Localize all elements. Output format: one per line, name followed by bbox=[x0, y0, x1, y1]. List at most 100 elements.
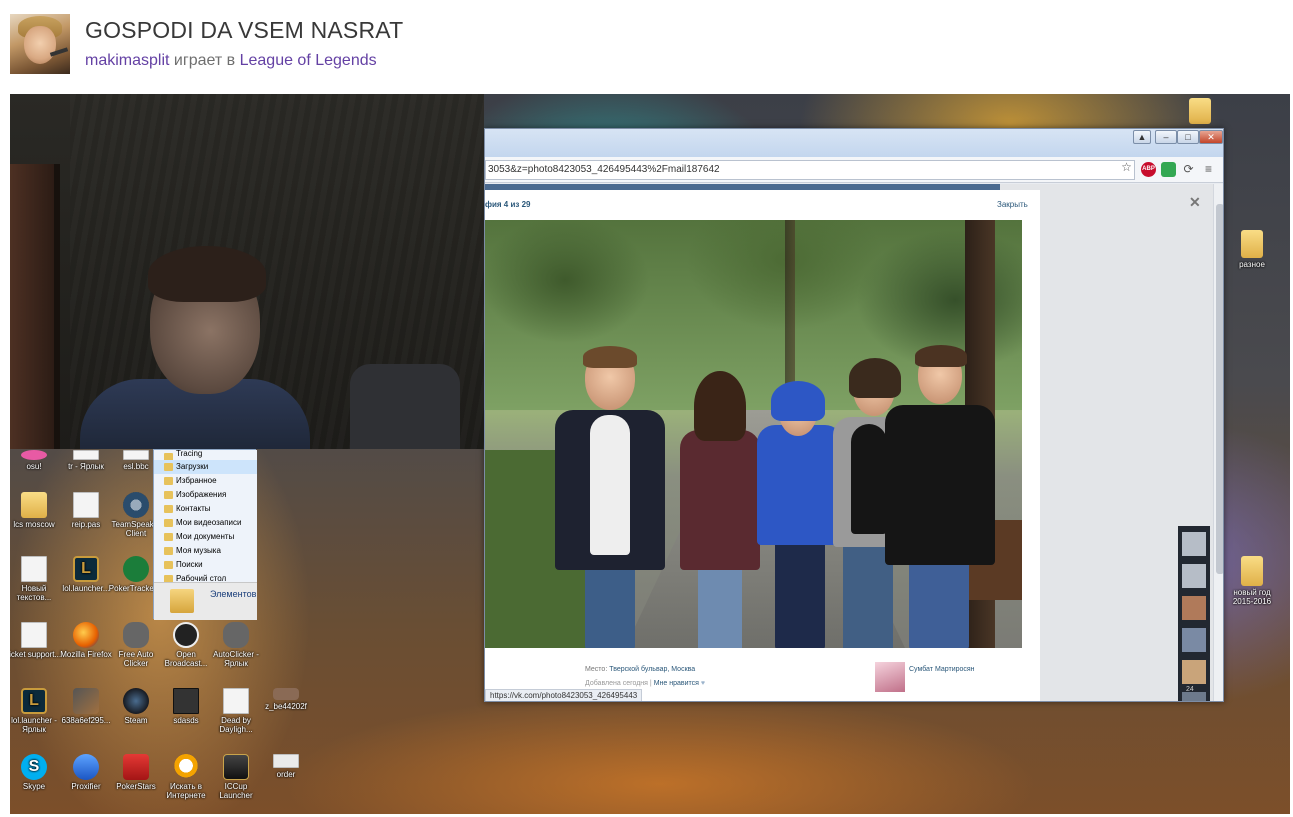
desktop-icon-free-auto-clicker[interactable]: Free Auto Clicker bbox=[108, 622, 164, 668]
desktop-icon-label: Skype bbox=[22, 782, 46, 791]
minimize-button[interactable]: – bbox=[1155, 130, 1177, 144]
file-icon bbox=[223, 688, 249, 714]
desktop-icon-label: z_be44202f bbox=[265, 702, 307, 711]
desktop-icon-label: lol.launcher... bbox=[62, 584, 110, 593]
desktop-icon-label: lol.launcher - Ярлык bbox=[11, 716, 57, 734]
extension-icon[interactable] bbox=[1161, 162, 1176, 177]
desktop-icon-new-text[interactable]: Новый текстов... bbox=[10, 556, 62, 602]
desktop-icon-label: ICCup Launcher bbox=[219, 782, 253, 800]
explorer-item-tracing[interactable]: Tracing bbox=[154, 450, 257, 460]
friend-avatar[interactable] bbox=[1182, 628, 1206, 652]
menu-icon[interactable]: ≡ bbox=[1201, 162, 1216, 177]
desktop-icon-sdasds[interactable]: sdasds bbox=[158, 688, 214, 725]
desktop-icon-lol-launcher-shortcut[interactable]: L lol.launcher - Ярлык bbox=[10, 688, 62, 734]
desktop-icon-label: разное bbox=[1239, 260, 1265, 269]
desktop-icon-tr[interactable]: tr - Ярлык bbox=[58, 450, 114, 471]
photo-image[interactable] bbox=[485, 220, 1022, 648]
vk-app-icon[interactable] bbox=[1182, 532, 1206, 556]
desktop-icon-label: reip.pas bbox=[71, 520, 101, 529]
desktop-icon-skype[interactable]: S Skype bbox=[10, 754, 62, 791]
person-torso bbox=[757, 425, 843, 545]
desktop-icon-steam[interactable]: Steam bbox=[108, 688, 164, 725]
game-link[interactable]: League of Legends bbox=[240, 52, 377, 69]
explorer-item-documents[interactable]: Мои документы bbox=[154, 530, 257, 544]
desktop-icon-obs[interactable]: Open Broadcast... bbox=[158, 622, 214, 668]
adblock-icon[interactable]: ABP bbox=[1141, 162, 1156, 177]
league-of-legends-icon: L bbox=[73, 556, 99, 582]
league-of-legends-icon: L bbox=[21, 688, 47, 714]
desktop-icon-iccup[interactable]: ICCup Launcher bbox=[208, 754, 264, 800]
close-photo-link[interactable]: Закрыть bbox=[997, 200, 1028, 209]
explorer-item-downloads[interactable]: Загрузки bbox=[154, 460, 257, 474]
desktop-icon-dead-by-daylight[interactable]: Dead by Dayligh... bbox=[208, 688, 264, 734]
desktop-icon-ticket-support[interactable]: ticket support... bbox=[10, 622, 62, 659]
desktop-icon-lol-launcher[interactable]: L lol.launcher... bbox=[58, 556, 114, 593]
streamer-link[interactable]: makimasplit bbox=[85, 52, 169, 69]
desktop-icon-firefox[interactable]: Mozilla Firefox bbox=[58, 622, 114, 659]
like-link[interactable]: Мне нравится bbox=[654, 680, 699, 687]
explorer-item-contacts[interactable]: Контакты bbox=[154, 502, 257, 516]
desktop-icon-pokerstars[interactable]: PokerStars bbox=[108, 754, 164, 791]
close-window-button[interactable]: ✕ bbox=[1199, 130, 1223, 144]
person-legs bbox=[775, 535, 825, 648]
desktop-icon-zbe[interactable]: z_be44202f bbox=[258, 688, 314, 711]
address-bar[interactable]: 3053&z=photo8423053_426495443%2Fmail1876… bbox=[485, 160, 1135, 180]
page-scrollbar[interactable] bbox=[1213, 184, 1223, 701]
teamspeak-icon bbox=[123, 492, 149, 518]
desktop-icon-label: Free Auto Clicker bbox=[118, 650, 154, 668]
pokerstars-icon bbox=[123, 754, 149, 780]
folder-icon bbox=[21, 492, 47, 518]
file-icon bbox=[21, 556, 47, 582]
desktop-icon-raznoe[interactable]: разное bbox=[1224, 230, 1280, 269]
desktop-icon-label: AutoClicker - Ярлык bbox=[213, 650, 259, 668]
stream-title: GOSPODI DA VSEM NASRAT bbox=[85, 17, 404, 43]
place-link[interactable]: Тверской бульвар, Москва bbox=[609, 666, 695, 673]
explorer-window[interactable]: Tracing Загрузки Избранное Изображения К… bbox=[153, 449, 257, 620]
close-viewer-icon[interactable]: ✕ bbox=[1189, 194, 1201, 211]
bookmark-star-icon[interactable]: ☆ bbox=[1119, 160, 1134, 175]
desktop-icon-autoclicker[interactable]: AutoClicker - Ярлык bbox=[208, 622, 264, 668]
vk-app-icon[interactable] bbox=[1182, 564, 1206, 588]
desktop-icon-label: osu! bbox=[26, 462, 42, 471]
desktop-icon-label: Mozilla Firefox bbox=[60, 650, 112, 659]
friend-avatar[interactable] bbox=[1182, 660, 1206, 684]
desktop-icon-lcs-moscow[interactable]: lcs moscow bbox=[10, 492, 62, 529]
person-torso bbox=[680, 430, 760, 570]
desktop-icon-label: новый год 2015-2016 bbox=[1232, 588, 1272, 606]
webcam-overlay bbox=[10, 94, 484, 449]
browser-window[interactable]: ▲ – □ ✕ 3053&z=photo8423053_426495443%2F… bbox=[484, 128, 1224, 702]
desktop-icon-osu[interactable]: osu! bbox=[10, 450, 62, 471]
friend-avatar[interactable] bbox=[1182, 596, 1206, 620]
stream-video[interactable]: разное новый год 2015-2016 osu! tr - Ярл… bbox=[10, 94, 1290, 814]
desktop-icon-search-internet[interactable]: Искать в Интернете bbox=[158, 754, 214, 800]
file-icon bbox=[73, 492, 99, 518]
refresh-extension-icon[interactable]: ⟳ bbox=[1181, 162, 1196, 177]
desktop-icon-label: PokerStars bbox=[116, 782, 156, 791]
channel-avatar[interactable] bbox=[10, 14, 70, 74]
explorer-items-label: Элементов bbox=[210, 589, 257, 599]
place-label: Место: bbox=[585, 666, 608, 673]
scrollbar-thumb[interactable] bbox=[1216, 204, 1223, 574]
heart-icon[interactable]: ♥ bbox=[701, 680, 705, 687]
desktop-icon-new-year[interactable]: новый год 2015-2016 bbox=[1224, 556, 1280, 606]
webcam-chair bbox=[350, 364, 460, 449]
friend-avatar[interactable] bbox=[1182, 692, 1206, 701]
user-button[interactable]: ▲ bbox=[1133, 130, 1151, 144]
explorer-item-videos[interactable]: Мои видеозаписи bbox=[154, 516, 257, 530]
commenter-avatar[interactable] bbox=[875, 662, 905, 692]
desktop-icon-image-file[interactable]: 638a6ef295... bbox=[58, 688, 114, 725]
photo-added: Добавлена сегодня | Мне нравится ♥ bbox=[585, 680, 706, 687]
explorer-item-searches[interactable]: Поиски bbox=[154, 558, 257, 572]
maximize-button[interactable]: □ bbox=[1177, 130, 1199, 144]
explorer-item-favorites[interactable]: Избранное bbox=[154, 474, 257, 488]
explorer-item-music[interactable]: Моя музыка bbox=[154, 544, 257, 558]
desktop-icon-reip[interactable]: reip.pas bbox=[58, 492, 114, 529]
desktop-icon-order[interactable]: order bbox=[258, 754, 314, 779]
person-hair bbox=[694, 371, 746, 441]
desktop-icon-proxifier[interactable]: Proxifier bbox=[58, 754, 114, 791]
browser-titlebar[interactable]: ▲ – □ ✕ bbox=[485, 129, 1223, 157]
desktop-folder-top-right[interactable] bbox=[1172, 98, 1228, 124]
commenter-name[interactable]: Сумбат Мартиросян bbox=[909, 666, 975, 673]
skype-icon: S bbox=[21, 754, 47, 780]
explorer-item-pictures[interactable]: Изображения bbox=[154, 488, 257, 502]
